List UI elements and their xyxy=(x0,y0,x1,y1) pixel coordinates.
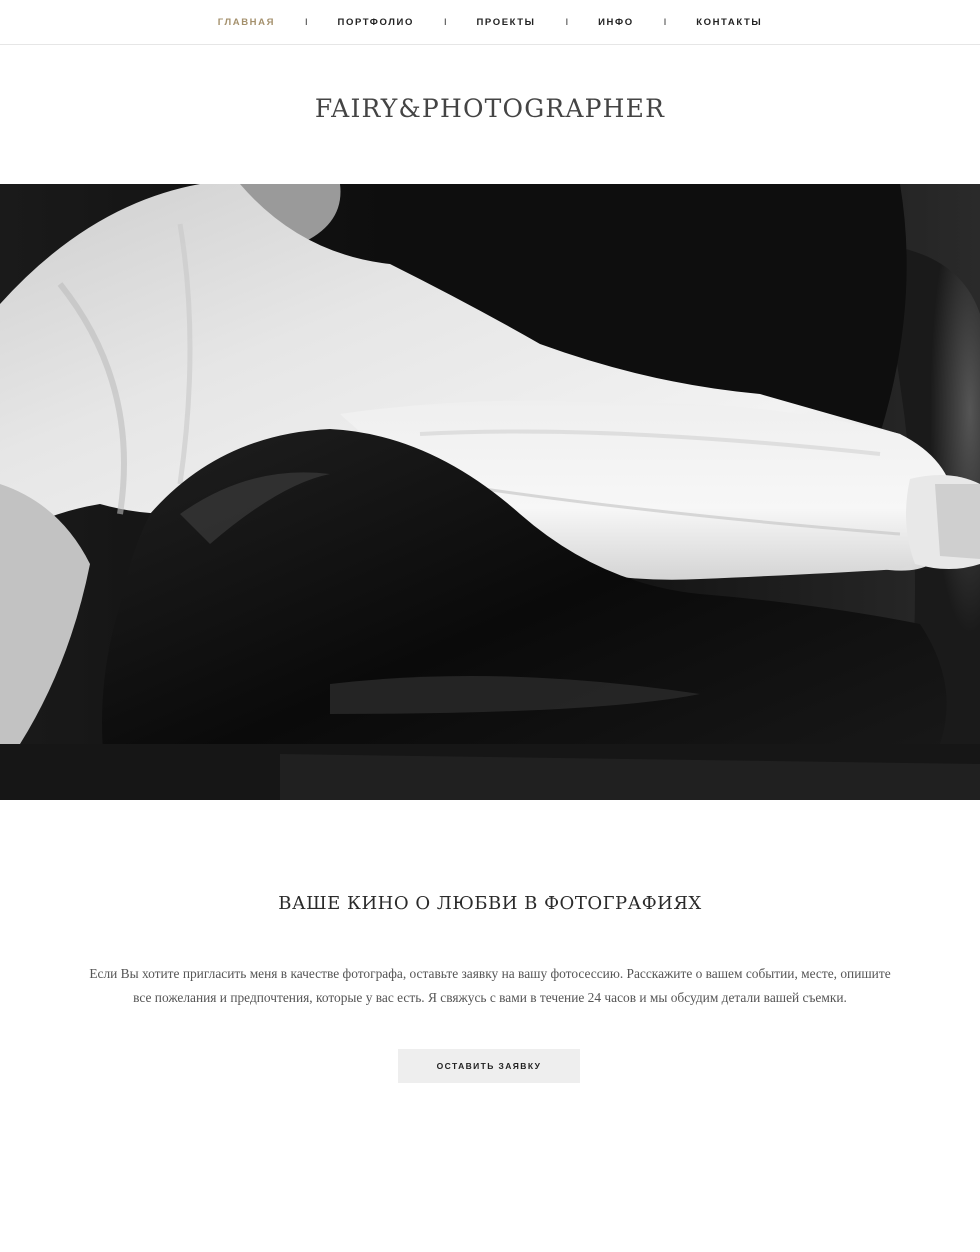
site-logo-title[interactable]: FAIRY&PHOTOGRAPHER xyxy=(0,94,980,123)
nav-separator: I xyxy=(565,17,569,27)
hero-photo xyxy=(0,184,980,800)
section-headline: ВАШЕ КИНО О ЛЮБВИ В ФОТОГРАФИЯХ xyxy=(278,893,702,914)
intro-text: Если Вы хотите пригласить меня в качеств… xyxy=(50,962,930,1010)
top-navigation: ГЛАВНАЯ I ПОРТФОЛИО I ПРОЕКТЫ I ИНФО I К… xyxy=(0,0,980,45)
intro-text-line: все пожелания и предпочтения, которые у … xyxy=(133,990,847,1005)
nav-item-portfolio[interactable]: ПОРТФОЛИО xyxy=(338,17,414,28)
nav-item-info[interactable]: ИНФО xyxy=(598,17,634,28)
nav-separator: I xyxy=(305,17,308,27)
intro-text-line: Если Вы хотите пригласить меня в качеств… xyxy=(89,966,891,981)
nav-separator: I xyxy=(443,17,447,27)
hero-photo-illustration xyxy=(0,184,980,800)
nav-item-projects[interactable]: ПРОЕКТЫ xyxy=(476,17,535,28)
nav-item-contacts[interactable]: КОНТАКТЫ xyxy=(696,17,762,28)
nav-separator: I xyxy=(663,17,667,27)
nav-item-home[interactable]: ГЛАВНАЯ xyxy=(218,17,275,28)
submit-request-button[interactable]: ОСТАВИТЬ ЗАЯВКУ xyxy=(398,1049,580,1083)
